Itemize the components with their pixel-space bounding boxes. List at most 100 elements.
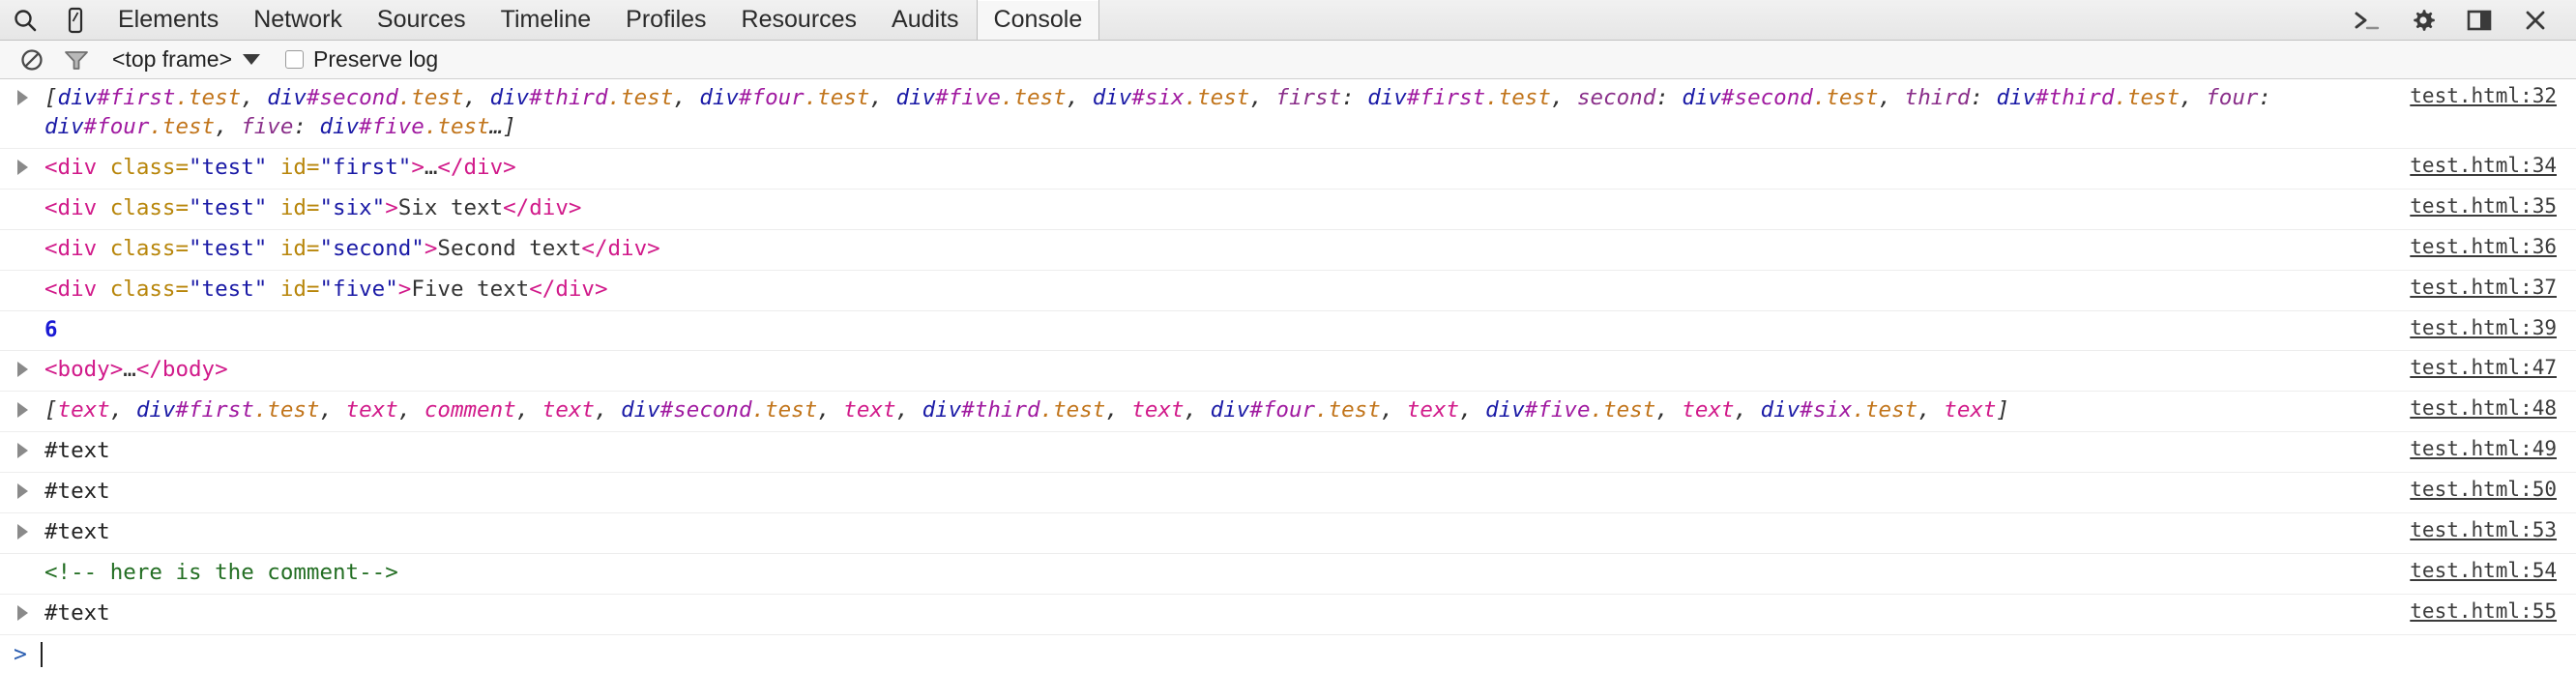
preserve-log-toggle[interactable]: Preserve log [285, 46, 438, 73]
console-row-gutter [0, 356, 44, 378]
tab-label: Audits [892, 6, 959, 33]
expand-triangle-icon[interactable] [16, 443, 28, 459]
token: , [895, 397, 922, 423]
console-message-content: <div class="test" id="five">Five text</d… [44, 276, 2576, 305]
token: , [1184, 397, 1211, 423]
token: </div> [503, 194, 582, 220]
token: , [463, 85, 490, 110]
console-message-list[interactable]: [div#first.test, div#second.test, div#th… [0, 79, 2576, 635]
token: #text [44, 438, 110, 464]
tab-elements[interactable]: Elements [101, 0, 236, 40]
console-message-row[interactable]: <div class="test" id="second">Second tex… [0, 230, 2576, 271]
console-message-row[interactable]: <body>…</body> test.html:47 [0, 351, 2576, 393]
console-drawer-icon[interactable] [2340, 0, 2394, 41]
console-message-row[interactable]: <div class="test" id="first">…</div> test… [0, 149, 2576, 190]
dock-panel-icon[interactable] [2452, 0, 2506, 41]
token: , [319, 397, 346, 423]
console-message-row[interactable]: #text test.html:53 [0, 513, 2576, 555]
token: text [57, 397, 110, 423]
source-link[interactable]: test.html:47 [2410, 356, 2557, 379]
source-link[interactable]: test.html:34 [2410, 154, 2557, 177]
filter-funnel-icon[interactable] [54, 41, 99, 79]
close-icon[interactable] [2508, 0, 2562, 41]
tab-timeline[interactable]: Timeline [483, 0, 609, 40]
console-message-row[interactable]: #text test.html:50 [0, 473, 2576, 514]
source-link[interactable]: test.html:54 [2410, 559, 2557, 582]
token: div [1760, 397, 1800, 423]
token: five [241, 113, 294, 139]
token: [ [44, 85, 58, 110]
token: second [1576, 85, 1656, 110]
search-icon[interactable] [0, 0, 50, 40]
expand-triangle-icon[interactable] [16, 483, 28, 500]
console-message-row[interactable]: [div#first.test, div#second.test, div#th… [0, 79, 2576, 149]
token: .test [424, 113, 490, 139]
source-link[interactable]: test.html:39 [2410, 316, 2557, 339]
device-mode-icon[interactable] [50, 0, 101, 40]
source-link[interactable]: test.html:48 [2410, 396, 2557, 420]
source-link[interactable]: test.html:50 [2410, 478, 2557, 501]
source-link[interactable]: test.html:32 [2410, 84, 2557, 107]
preserve-log-checkbox[interactable] [285, 50, 305, 69]
console-message-row[interactable]: #text test.html:55 [0, 595, 2576, 635]
tab-network[interactable]: Network [236, 0, 360, 40]
token: </div> [437, 154, 516, 180]
token: class= [109, 154, 190, 180]
tab-audits[interactable]: Audits [874, 0, 976, 40]
console-message-row[interactable]: #text test.html:49 [0, 432, 2576, 474]
source-link[interactable]: test.html:53 [2410, 518, 2557, 541]
console-message-row[interactable]: <div class="test" id="six">Six text</div… [0, 190, 2576, 230]
expand-triangle-icon[interactable] [16, 159, 28, 175]
clear-console-icon[interactable] [10, 41, 54, 79]
token: #five [359, 113, 424, 139]
token: first [1275, 85, 1342, 110]
tab-sources[interactable]: Sources [360, 0, 483, 40]
token: #first [1406, 85, 1486, 110]
token: div [1210, 397, 1250, 423]
expand-triangle-icon[interactable] [16, 604, 28, 621]
console-message-content: [div#first.test, div#second.test, div#th… [44, 84, 2576, 142]
token: <div [44, 235, 98, 261]
token: <body> [44, 357, 124, 383]
token: , [817, 397, 844, 423]
console-message-row[interactable]: <div class="test" id="five">Five text</d… [0, 271, 2576, 311]
token: , [673, 85, 700, 110]
console-prompt-input[interactable] [40, 641, 43, 667]
console-prompt-row[interactable]: > [0, 635, 2576, 674]
source-link[interactable]: test.html:37 [2410, 276, 2557, 299]
expand-triangle-icon[interactable] [16, 402, 28, 419]
expand-triangle-icon[interactable] [16, 90, 28, 105]
token: div [922, 397, 962, 423]
console-row-gutter [0, 559, 44, 565]
token: text [1682, 397, 1735, 423]
expand-triangle-icon[interactable] [16, 524, 28, 540]
source-link[interactable]: test.html:55 [2410, 599, 2557, 623]
token: id= [279, 154, 320, 180]
source-link[interactable]: test.html:35 [2410, 194, 2557, 218]
token: #four [738, 85, 805, 110]
execution-context-selector[interactable]: <top frame> [112, 46, 261, 73]
tab-resources[interactable]: Resources [724, 0, 875, 40]
console-message-content: <!-- here is the comment--> [44, 559, 2576, 588]
token: .test [1039, 397, 1106, 423]
expand-triangle-icon[interactable] [16, 362, 28, 378]
source-link[interactable]: test.html:36 [2410, 235, 2557, 258]
source-link[interactable]: test.html:49 [2410, 437, 2557, 460]
token: , [1734, 397, 1761, 423]
token: > [397, 276, 412, 302]
console-message-row[interactable]: 6 test.html:39 [0, 311, 2576, 352]
console-message-row[interactable]: <!-- here is the comment--> test.html:54 [0, 554, 2576, 595]
tab-profiles[interactable]: Profiles [608, 0, 723, 40]
token: .test [607, 85, 674, 110]
token: div [621, 397, 660, 423]
gear-icon[interactable] [2396, 0, 2450, 41]
tab-label: Elements [118, 6, 220, 33]
token: div [1996, 85, 2036, 110]
tab-console[interactable]: Console [976, 0, 1100, 40]
console-message-row[interactable]: [text, div#first.test, text, comment, te… [0, 392, 2576, 433]
token: , [1878, 85, 1905, 110]
tab-label: Timeline [500, 6, 592, 33]
